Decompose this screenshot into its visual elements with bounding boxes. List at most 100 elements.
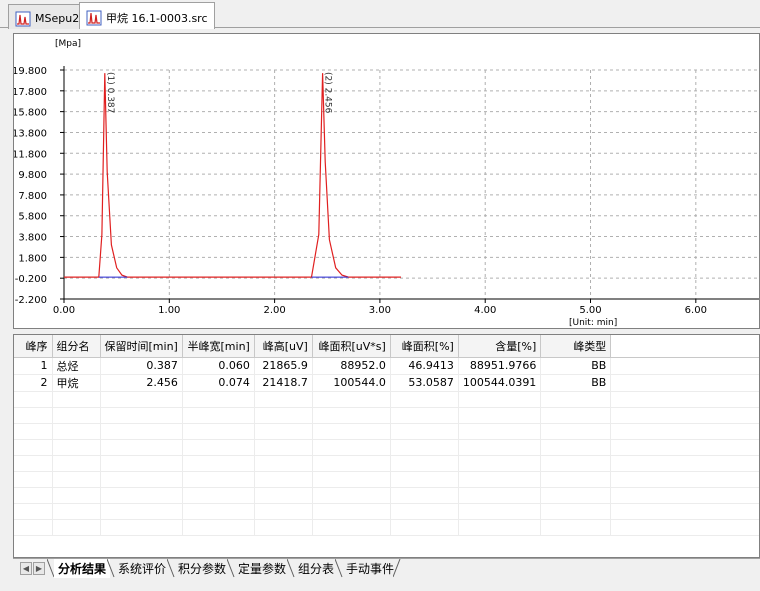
table-row[interactable]: 1 总烃 0.387 0.060 21865.9 88952.0 46.9413 88951.…	[14, 357, 759, 375]
column-header[interactable]: 峰面积[uV*s]	[312, 335, 391, 358]
table-cell	[390, 519, 459, 536]
column-header[interactable]: 半峰宽[min]	[182, 335, 255, 358]
results-grid[interactable]: 峰序 组分名 保留时间[min] 半峰宽[min] 峰高[uV] 峰面积[uV*s] 峰面积…	[13, 334, 760, 558]
table-cell	[52, 487, 101, 504]
table-row[interactable]: 2 甲烷 2.456 0.074 21418.7 100544.0 53.0587 10054…	[14, 374, 759, 392]
table-cell	[390, 503, 459, 520]
y-tick-label: 19.800	[14, 66, 47, 77]
table-cell	[52, 407, 101, 424]
column-header[interactable]: 峰高[uV]	[254, 335, 313, 358]
table-cell	[182, 455, 255, 472]
table-cell	[182, 471, 255, 488]
table-cell: 21865.9	[254, 357, 313, 375]
x-tick-label: 4.00	[474, 305, 496, 316]
table-row[interactable]	[14, 423, 759, 440]
table-cell	[182, 423, 255, 440]
sheet-tab[interactable]: 积分参数	[174, 559, 230, 578]
table-cell	[254, 391, 313, 408]
table-row[interactable]	[14, 439, 759, 456]
table-cell	[540, 391, 612, 408]
table-cell	[312, 423, 391, 440]
table-cell	[610, 487, 759, 504]
table-cell	[254, 503, 313, 520]
next-sheet-button[interactable]: ▶	[33, 562, 45, 575]
table-cell	[610, 423, 759, 440]
tab-methane-file[interactable]: 甲烷 16.1-0003.src	[79, 2, 215, 29]
table-cell: 2	[14, 374, 53, 392]
y-tick-label: -2.200	[15, 295, 47, 306]
sheet-tab[interactable]: 分析结果	[54, 559, 111, 578]
sheet-tab[interactable]: 组分表	[294, 559, 338, 578]
table-row[interactable]	[14, 471, 759, 488]
table-cell	[100, 519, 183, 536]
column-header[interactable]: 峰序	[14, 335, 53, 358]
header-filler	[610, 335, 759, 358]
table-cell	[14, 391, 53, 408]
column-header[interactable]: 保留时间[min]	[100, 335, 183, 358]
y-tick-label: 13.800	[14, 128, 47, 139]
table-cell	[540, 455, 612, 472]
y-axis-label: [Mpa]	[55, 39, 81, 49]
sheet-tab[interactable]: 定量参数	[234, 559, 290, 578]
y-tick-label: 3.800	[18, 233, 47, 244]
status-line	[0, 578, 760, 591]
y-tick-label: 11.800	[14, 149, 47, 160]
table-cell	[100, 487, 183, 504]
table-cell	[14, 407, 53, 424]
table-row[interactable]	[14, 455, 759, 472]
table-row[interactable]	[14, 487, 759, 504]
table-row[interactable]	[14, 519, 759, 536]
x-axis-label: [Unit: min]	[569, 318, 617, 328]
table-cell	[254, 407, 313, 424]
table-cell	[100, 407, 183, 424]
table-cell	[254, 439, 313, 456]
table-cell	[182, 407, 255, 424]
table-cell	[100, 423, 183, 440]
table-cell	[182, 503, 255, 520]
column-header[interactable]: 峰类型	[540, 335, 612, 358]
x-tick-label: 1.00	[158, 305, 180, 316]
table-cell	[14, 503, 53, 520]
table-cell	[182, 487, 255, 504]
table-cell	[458, 471, 542, 488]
table-cell	[312, 391, 391, 408]
table-cell	[182, 439, 255, 456]
table-cell	[100, 455, 183, 472]
y-tick-label: 15.800	[14, 108, 47, 119]
table-cell	[458, 487, 542, 504]
table-cell	[458, 503, 542, 520]
table-row[interactable]	[14, 391, 759, 408]
table-cell: 0.387	[100, 357, 183, 375]
table-cell	[610, 374, 759, 392]
x-tick-label: 3.00	[369, 305, 391, 316]
table-cell	[540, 407, 612, 424]
y-tick-label: 17.800	[14, 87, 47, 98]
sheet-tab[interactable]: 手动事件	[342, 559, 398, 578]
table-cell	[390, 391, 459, 408]
table-cell	[52, 519, 101, 536]
table-cell	[254, 471, 313, 488]
table-cell	[100, 439, 183, 456]
table-cell	[254, 519, 313, 536]
table-cell	[458, 455, 542, 472]
peak-label: (2) 2.456	[323, 72, 333, 114]
prev-sheet-button[interactable]: ◀	[20, 562, 32, 575]
table-cell	[312, 503, 391, 520]
chromatogram-pane[interactable]: 19.800 17.800 15.800 13.800 11.800 9.800 7.800…	[13, 33, 760, 329]
document-tabbar: MSepu2 甲烷 16.1-0003.src	[0, 0, 760, 29]
column-header[interactable]: 含量[%]	[458, 335, 542, 358]
table-row[interactable]	[14, 503, 759, 520]
table-cell: 总烃	[52, 357, 101, 375]
table-cell: 100544.0	[312, 374, 391, 392]
table-cell	[458, 423, 542, 440]
tab-label: MSepu2	[35, 12, 80, 25]
table-cell	[458, 519, 542, 536]
table-cell	[52, 423, 101, 440]
table-row[interactable]	[14, 407, 759, 424]
chromatogram-chart[interactable]: 19.800 17.800 15.800 13.800 11.800 9.800 7.800…	[14, 34, 759, 328]
tab-msepu2[interactable]: MSepu2	[8, 4, 87, 29]
column-header[interactable]: 组分名	[52, 335, 101, 358]
tab-label: 甲烷 16.1-0003.src	[106, 11, 208, 25]
column-header[interactable]: 峰面积[%]	[390, 335, 459, 358]
sheet-tab[interactable]: 系统评价	[114, 559, 170, 578]
